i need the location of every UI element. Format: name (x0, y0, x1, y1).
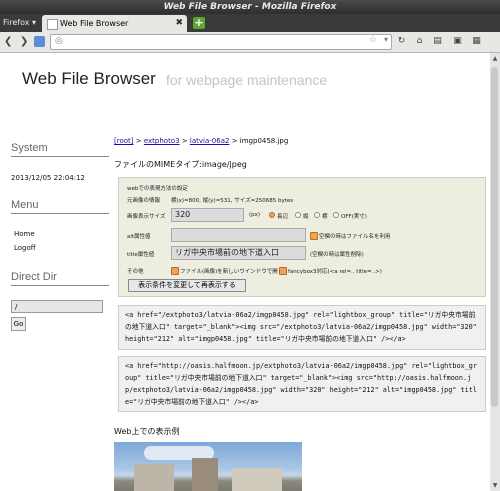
radio-long-side[interactable] (269, 212, 275, 218)
radio-long-label: 長辺 (277, 214, 289, 220)
fancybox-label: fancybox3対応(<a rel=.. title=..>) (288, 269, 382, 275)
fancybox-checkbox[interactable] (279, 267, 287, 275)
other-label: その他 (127, 269, 144, 275)
tab-close-icon[interactable]: ✖ (175, 15, 183, 32)
forward-arrow-icon[interactable]: ❯ (20, 35, 28, 49)
apply-display-settings-button[interactable]: 表示条件を変更して再表示する (128, 279, 246, 292)
breadcrumb-latvia-link[interactable]: latvia-06a2 (190, 137, 230, 145)
url-bar[interactable]: ◎ ☆ ▾ (50, 34, 392, 50)
menu-icon[interactable]: ▦ (470, 35, 483, 48)
radio-width-label: 横 (322, 214, 328, 220)
scroll-down-icon[interactable]: ▼ (490, 482, 500, 489)
breadcrumb-current: imgp0458.jpg (239, 137, 289, 145)
site-identity-icon[interactable] (34, 36, 45, 47)
site-title: Web File Browser (22, 69, 156, 88)
display-settings-form: webでの表現方法の設定 元画像の情報 横(x)=800, 縦(y)=531, … (118, 177, 486, 297)
tab-web-file-browser[interactable]: Web File Browser ✖ (42, 15, 187, 32)
bookmarks-icon[interactable]: ▤ (431, 35, 444, 48)
mime-type-text: ファイルのMIMEタイプ:image/jpeg (114, 160, 247, 169)
radio-height-label: 縦 (303, 214, 309, 220)
image-info-label: 元画像の情報 (127, 198, 161, 204)
url-dropdown-icon[interactable]: ▾ (384, 35, 388, 44)
server-datetime: 2013/12/05 22:04:12 (11, 174, 86, 182)
photo-building (134, 464, 174, 491)
alt-label: alt属性値 (127, 234, 151, 240)
breadcrumb: [root] > extphoto3 > latvia-06a2 > imgp0… (114, 137, 288, 145)
vertical-scrollbar[interactable]: ▲ ▼ (490, 53, 500, 491)
photo-building (192, 458, 218, 491)
radio-off[interactable] (333, 212, 339, 218)
sample-photo[interactable] (114, 442, 302, 491)
globe-icon: ◎ (55, 36, 63, 46)
size-input[interactable]: 320 (171, 208, 244, 222)
alt-note: 空欄の時はファイル名を利用 (319, 234, 391, 240)
star-icon[interactable]: ☆ (369, 35, 377, 45)
page-content: Web File Browser for webpage maintenance… (0, 53, 490, 491)
firefox-menu-label: Firefox (3, 18, 30, 27)
navigation-toolbar: ❮ ❯ ◎ ☆ ▾ ↻ ⌂ ▤ ▣ ▦ (0, 32, 500, 53)
new-tab-button[interactable]: + (193, 17, 205, 29)
alt-filename-checkbox[interactable] (310, 232, 318, 240)
breadcrumb-separator: > (181, 137, 188, 145)
open-new-window-label: ファイル(画像)を新しいウインドウで開く (180, 269, 284, 275)
scrollbar-thumb[interactable] (491, 67, 498, 407)
relative-html-code[interactable]: <a href="/extphoto3/latvia-06a2/imgp0458… (118, 305, 486, 350)
window-title: Web File Browser - Mozilla Firefox (0, 0, 500, 14)
logoff-link[interactable]: Logoff (14, 244, 36, 252)
title-label: title属性値 (127, 252, 155, 258)
breadcrumb-separator: > (135, 137, 142, 145)
tab-label: Web File Browser (60, 19, 129, 28)
form-heading: webでの表現方法の設定 (127, 186, 188, 192)
system-heading: System (11, 142, 109, 157)
firefox-menu-button[interactable]: Firefox ▾ (3, 16, 39, 30)
title-input[interactable]: リガ中央市場前の地下道入口 (171, 246, 306, 260)
open-new-window-checkbox[interactable] (171, 267, 179, 275)
radio-off-label: OFF(実寸) (341, 214, 367, 220)
direct-dir-input[interactable]: / (11, 300, 103, 313)
alt-input[interactable] (171, 228, 306, 242)
breadcrumb-separator: > (231, 137, 238, 145)
menu-heading: Menu (11, 199, 109, 214)
go-button[interactable]: Go (11, 317, 26, 331)
tab-bar: Firefox ▾ Web File Browser ✖ + (0, 14, 500, 32)
page-favicon-icon (47, 19, 58, 30)
scroll-up-icon[interactable]: ▲ (490, 55, 500, 62)
site-subtitle: for webpage maintenance (166, 72, 328, 88)
sample-heading: Web上での表示例 (114, 427, 180, 436)
size-label: 画像表示サイズ (127, 214, 166, 220)
back-arrow-icon[interactable]: ❮ (4, 35, 12, 49)
title-note: (空欄の時は属性削除) (310, 252, 364, 258)
home-link[interactable]: Home (14, 230, 35, 238)
breadcrumb-extphoto3-link[interactable]: extphoto3 (144, 137, 180, 145)
photo-building (232, 468, 282, 491)
direct-dir-heading: Direct Dir (11, 271, 109, 286)
image-info-value: 横(x)=800, 縦(y)=531, サイズ=250685 bytes (171, 198, 294, 204)
radio-height[interactable] (295, 212, 301, 218)
breadcrumb-root-link[interactable]: [root] (114, 137, 134, 145)
home-icon[interactable]: ⌂ (413, 35, 426, 48)
absolute-html-code[interactable]: <a href="http://oasis.halfmoon.jp/extpho… (118, 356, 486, 412)
px-unit: (px) (249, 212, 261, 218)
reload-icon[interactable]: ↻ (395, 35, 408, 48)
addon-icon[interactable]: ▣ (451, 35, 464, 48)
radio-width[interactable] (314, 212, 320, 218)
